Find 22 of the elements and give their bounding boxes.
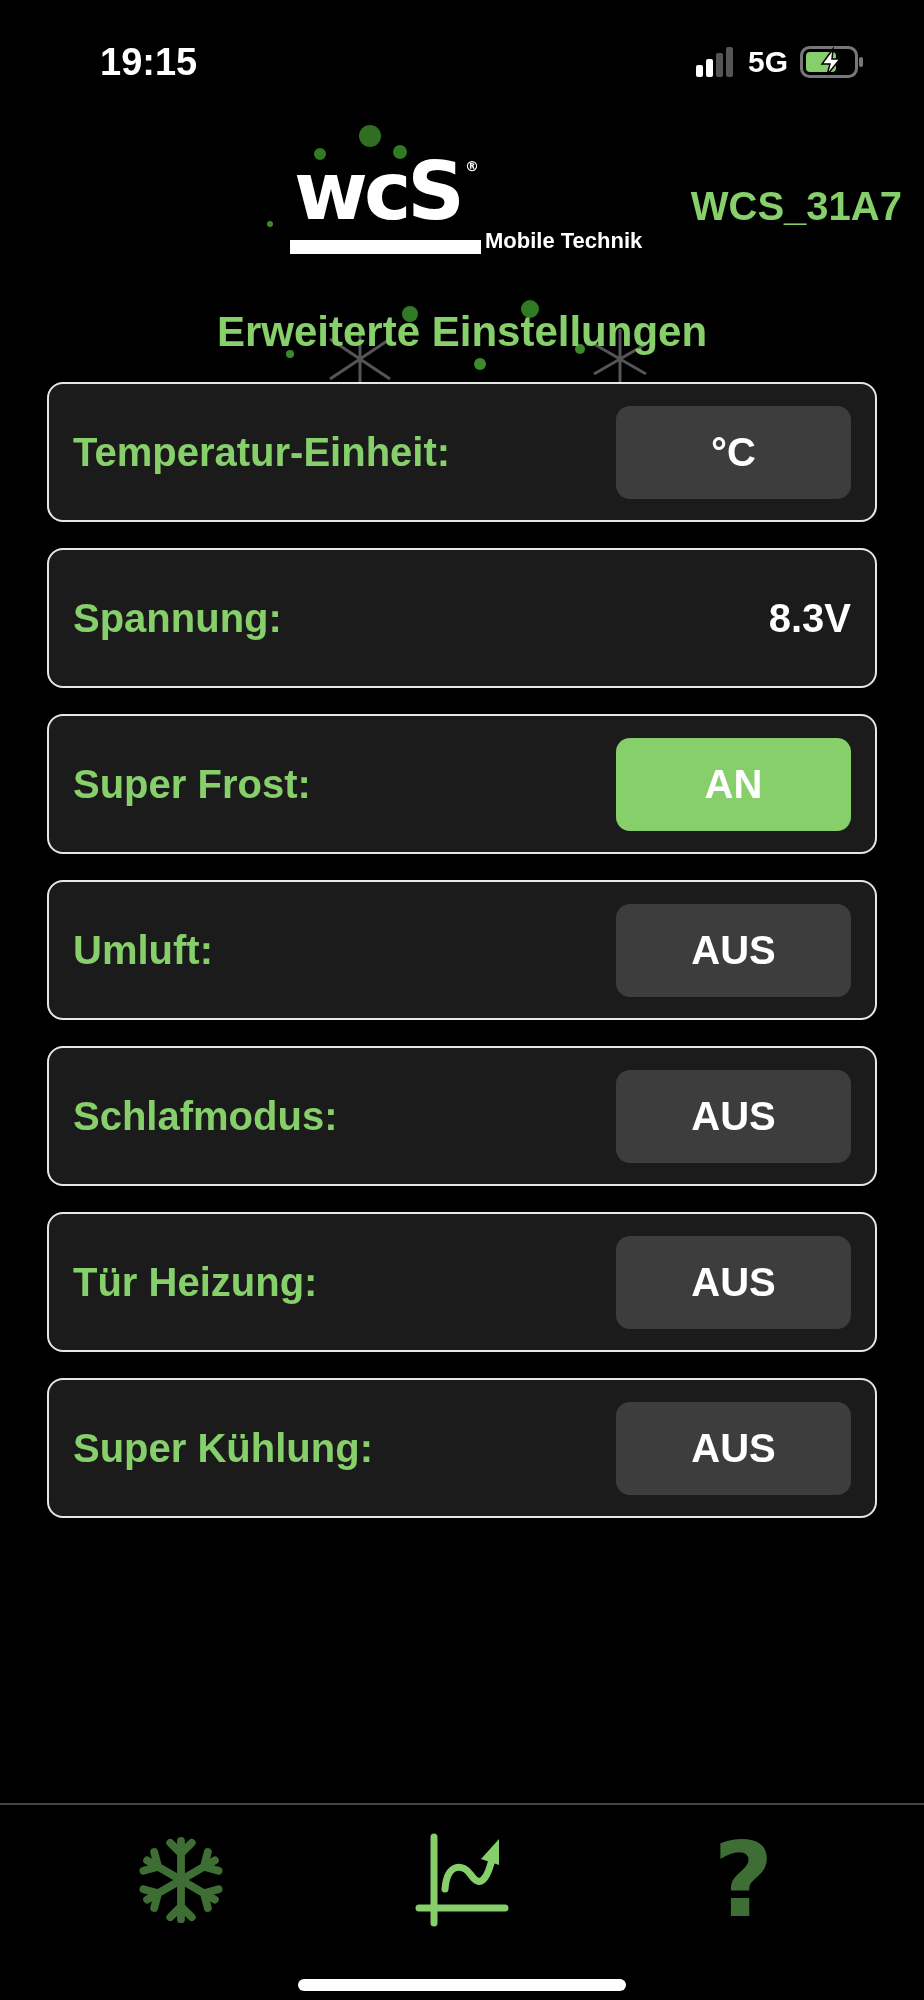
setting-label: Umluft: [73, 927, 213, 973]
network-label: 5G [747, 45, 788, 79]
setting-label: Super Frost: [73, 761, 311, 807]
battery-charging-icon [800, 46, 864, 78]
setting-label: Temperatur-Einheit: [73, 429, 451, 475]
device-id: WCS_31A7 [690, 184, 902, 229]
chart-icon [415, 1833, 509, 1927]
brand-logo: wcS® [290, 144, 481, 254]
setting-label: Tür Heizung: [73, 1259, 318, 1305]
logo-tagline: Mobile Technik [484, 228, 643, 254]
unit-button[interactable]: °C [616, 405, 851, 499]
toggle-button[interactable]: AUS [616, 1069, 851, 1163]
setting-label: Spannung: [73, 595, 282, 641]
toggle-button[interactable]: AUS [616, 903, 851, 997]
setting-label: Super Kühlung: [73, 1425, 373, 1471]
toggle-button[interactable]: AUS [616, 1401, 851, 1495]
voltage-reading: 8.3V [768, 595, 851, 641]
toggle-button[interactable]: AUS [616, 1235, 851, 1329]
setting-label: Schlafmodus: [73, 1093, 338, 1139]
clock-time: 19:15 [100, 40, 198, 84]
page-title: Erweiterte Einstellungen [216, 308, 708, 355]
signal-icon [695, 47, 736, 77]
